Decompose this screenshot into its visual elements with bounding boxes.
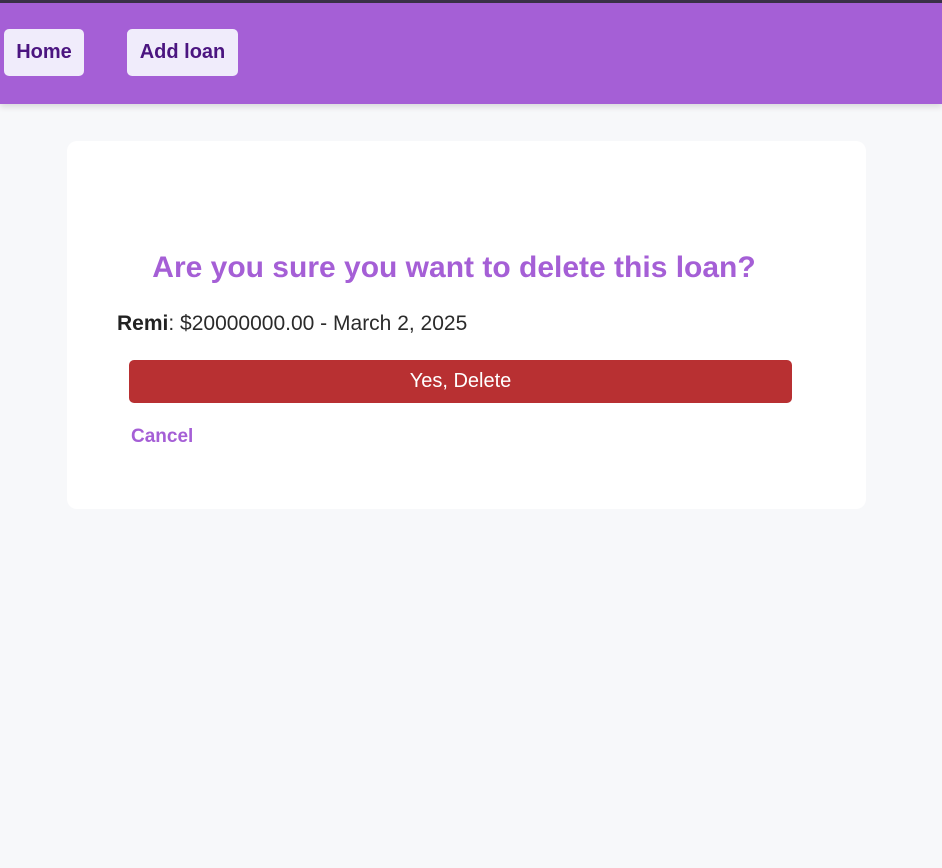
loan-summary: Remi: $20000000.00 - March 2, 2025: [117, 312, 467, 336]
confirm-delete-button[interactable]: Yes, Delete: [129, 360, 792, 403]
add-loan-nav-button[interactable]: Add loan: [127, 29, 238, 76]
loan-amount: $20000000.00: [180, 312, 315, 335]
delete-confirmation-card: Are you sure you want to delete this loa…: [67, 141, 866, 509]
top-navbar: Home Add loan: [0, 3, 942, 104]
page-title: Are you sure you want to delete this loa…: [152, 251, 756, 284]
loan-name-separator: :: [168, 312, 181, 335]
loan-dash-separator: -: [314, 312, 334, 335]
loan-borrower-name: Remi: [117, 312, 169, 335]
loan-date: March 2, 2025: [333, 312, 468, 335]
cancel-link[interactable]: Cancel: [131, 426, 193, 448]
home-nav-button[interactable]: Home: [4, 29, 84, 76]
